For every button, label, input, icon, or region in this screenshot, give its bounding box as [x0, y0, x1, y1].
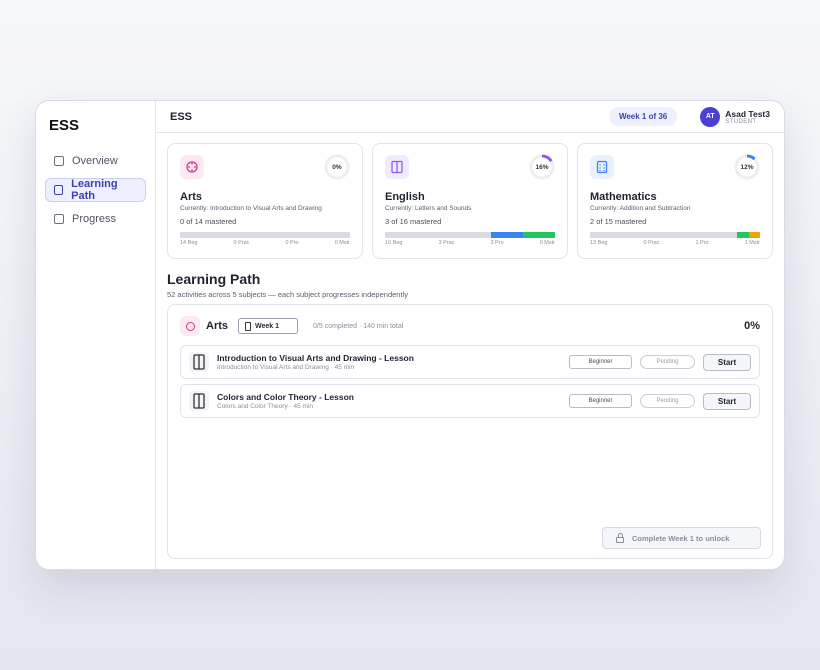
section-subtitle: 52 activities across 5 subjects — each s…: [167, 290, 408, 299]
activity-title: Introduction to Visual Arts and Drawing …: [217, 353, 414, 363]
section-title: Learning Path: [167, 271, 261, 287]
user-role: STUDENT: [725, 118, 757, 125]
week-selector[interactable]: Week 1: [238, 318, 299, 334]
subject-name: Arts: [180, 191, 203, 203]
lock-icon: [616, 533, 624, 543]
level-badge: Beginner: [569, 355, 632, 369]
current-topic: Currently: Addition and Subtraction: [590, 205, 691, 212]
mastered-segment: [748, 232, 760, 238]
unlock-next-week-button[interactable]: Complete Week 1 to unlock: [602, 527, 761, 549]
subject-title: Arts: [206, 320, 229, 332]
progress-percent: 12%: [740, 163, 754, 171]
user-name: Asad Test3: [725, 108, 770, 119]
proficient-count: 1 Pro: [695, 240, 709, 246]
practicing-count: 0 Prac: [643, 240, 660, 246]
mastered-level-count: 1 Mstr: [744, 240, 760, 246]
sidebar-item-progress[interactable]: Progress: [45, 207, 146, 231]
mastery-labels: 13 Beg 0 Prac 1 Pro 1 Mstr: [590, 240, 760, 246]
beginner-count: 14 Beg: [180, 240, 198, 246]
arts-icon: [180, 316, 200, 336]
brand-logo: ESS: [49, 117, 80, 134]
activity-row[interactable]: Introduction to Visual Arts and Drawing …: [180, 345, 760, 379]
proficient-segment: [491, 232, 524, 238]
calculator-icon: [590, 155, 614, 179]
app-window: ESS Overview Learning Path Progress ESS …: [35, 100, 785, 570]
proficient-count: 3 Pro: [490, 240, 504, 246]
practicing-count: 3 Prac: [438, 240, 455, 246]
beginner-segment: [590, 232, 738, 238]
page-title: ESS: [170, 110, 193, 123]
mastered-level-count: 0 Mstr: [334, 240, 350, 246]
mastery-labels: 14 Beg 0 Prac 0 Pro 0 Mstr: [180, 240, 350, 246]
subject-name: English: [385, 191, 425, 203]
beginner-count: 13 Beg: [590, 240, 608, 246]
mastered-count: 0 of 14 mastered: [180, 217, 237, 226]
user-info[interactable]: Asad Test3 STUDENT: [725, 109, 770, 125]
beginner-count: 10 Beg: [385, 240, 403, 246]
mastery-labels: 10 Beg 3 Prac 3 Pro 0 Mstr: [385, 240, 555, 246]
learning-path-panel: Arts Week 1 0/5 completed · 140 min tota…: [167, 304, 773, 559]
mastery-bar: [385, 232, 555, 238]
status-badge: Pending: [640, 394, 695, 408]
practicing-count: 0 Prac: [233, 240, 250, 246]
calendar-icon: [245, 321, 252, 331]
start-button[interactable]: Start: [703, 353, 751, 371]
beginner-segment: [180, 232, 350, 238]
activity-subtitle: Colors and Color Theory · 45 min: [217, 403, 313, 410]
mastery-bar: [590, 232, 760, 238]
completion-meta: 0/5 completed · 140 min total: [313, 322, 404, 330]
book-icon: [385, 155, 409, 179]
sidebar-item-learning-path[interactable]: Learning Path: [45, 178, 146, 202]
subject-card-mathematics[interactable]: 12% Mathematics Currently: Addition and …: [577, 143, 773, 259]
activity-text: Introduction to Visual Arts and Drawing …: [217, 353, 569, 371]
subject-card-english[interactable]: 16% English Currently: Letters and Sound…: [372, 143, 568, 259]
beginner-segment: [385, 232, 492, 238]
activity-title: Colors and Color Theory - Lesson: [217, 392, 354, 402]
top-bar: ESS Week 1 of 36 AT Asad Test3 STUDENT: [156, 101, 784, 133]
activity-text: Colors and Color Theory - Lesson Colors …: [217, 392, 569, 410]
activity-row[interactable]: Colors and Color Theory - Lesson Colors …: [180, 384, 760, 418]
progress-percent: 0%: [332, 163, 342, 171]
mastered-level-count: 0 Mstr: [539, 240, 555, 246]
mastered-segment: [523, 232, 555, 238]
sidebar-item-label: Overview: [72, 155, 118, 167]
level-badge: Beginner: [569, 394, 632, 408]
subject-header: Arts Week 1 0/5 completed · 140 min tota…: [180, 316, 760, 336]
current-topic: Currently: Introduction to Visual Arts a…: [180, 205, 322, 212]
content: 0% Arts Currently: Introduction to Visua…: [156, 133, 784, 569]
start-button[interactable]: Start: [703, 392, 751, 410]
lesson-book-icon: [189, 391, 209, 411]
sidebar-item-overview[interactable]: Overview: [45, 149, 146, 173]
week-chip-label: Week 1: [255, 322, 280, 330]
sidebar: ESS Overview Learning Path Progress: [36, 101, 156, 569]
mastered-count: 3 of 16 mastered: [385, 217, 442, 226]
sidebar-item-label: Progress: [72, 213, 117, 225]
avatar[interactable]: AT: [700, 106, 721, 127]
mastery-bar: [180, 232, 350, 238]
lesson-book-icon: [189, 352, 209, 372]
progress-percent: 16%: [535, 163, 549, 171]
palette-icon: [180, 155, 204, 179]
main-area: ESS Week 1 of 36 AT Asad Test3 STUDENT 0…: [156, 101, 784, 569]
overview-icon: [54, 156, 64, 166]
subject-cards: 0% Arts Currently: Introduction to Visua…: [167, 143, 773, 259]
learning-path-icon: [54, 185, 64, 195]
activity-subtitle: Introduction to Visual Arts and Drawing …: [217, 364, 355, 371]
subject-name: Mathematics: [590, 191, 657, 203]
week-indicator: Week 1 of 36: [608, 107, 678, 126]
mastered-count: 2 of 15 mastered: [590, 217, 647, 226]
progress-icon: [54, 214, 64, 224]
sidebar-item-label: Learning Path: [71, 178, 118, 202]
unlock-label: Complete Week 1 to unlock: [632, 533, 730, 543]
completion-percent: 0%: [744, 320, 760, 332]
subject-card-arts[interactable]: 0% Arts Currently: Introduction to Visua…: [167, 143, 363, 259]
proficient-count: 0 Pro: [285, 240, 299, 246]
current-topic: Currently: Letters and Sounds: [385, 205, 472, 212]
proficient-segment: [737, 232, 749, 238]
status-badge: Pending: [640, 355, 695, 369]
